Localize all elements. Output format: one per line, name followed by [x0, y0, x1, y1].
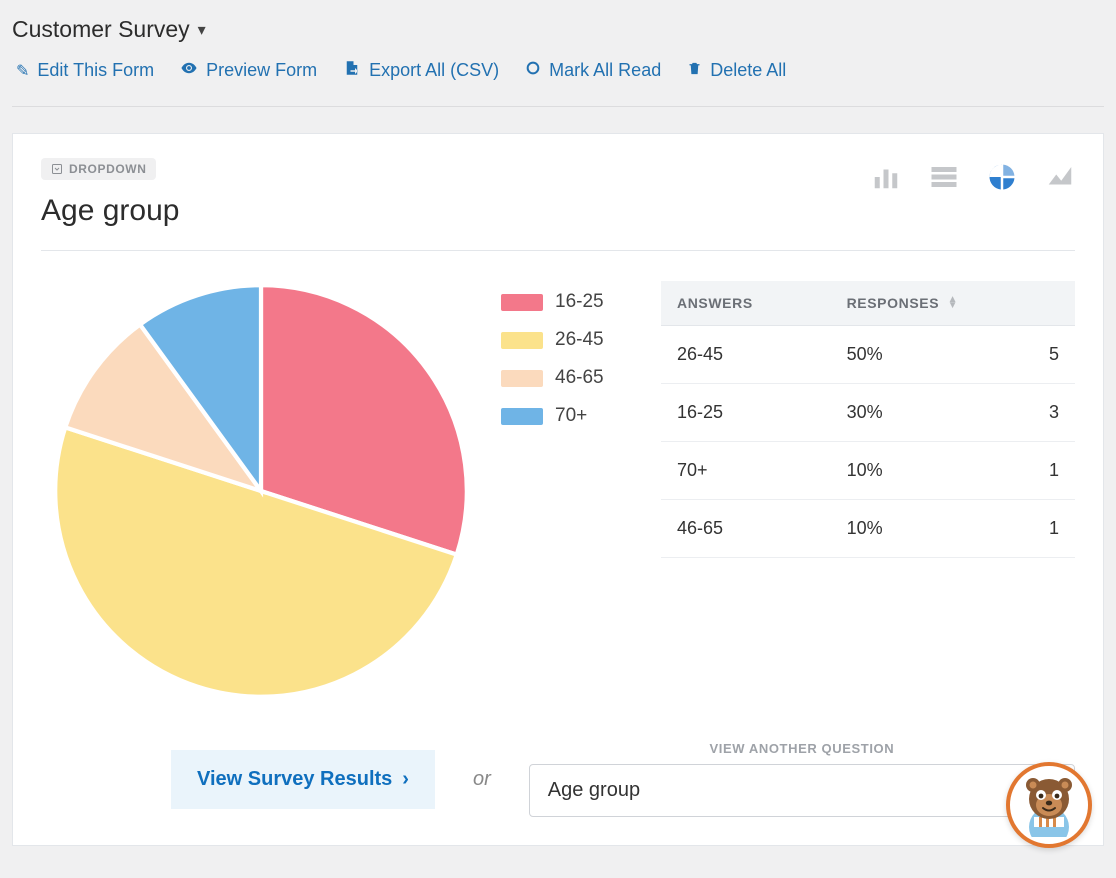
results-table: ANSWERS RESPONSES ▲▼ 26-4550%516-2530%37…: [661, 281, 1075, 558]
chart-type-switcher: [871, 162, 1075, 192]
survey-title: Customer Survey: [12, 16, 190, 43]
legend-label: 16-25: [555, 291, 604, 313]
action-label: Edit This Form: [37, 60, 154, 81]
chevron-down-icon: ▾: [198, 20, 206, 40]
pie-chart-icon[interactable]: [987, 162, 1017, 192]
action-label: Preview Form: [206, 60, 317, 81]
form-actions: ✎ Edit This Form Preview Form Export All…: [12, 59, 1104, 98]
export-csv-link[interactable]: Export All (CSV): [343, 59, 499, 82]
card-divider: [41, 250, 1075, 251]
button-label: View Survey Results: [197, 768, 392, 791]
horizontal-bars-icon[interactable]: [929, 162, 959, 192]
bear-icon: [1017, 773, 1081, 837]
legend-item[interactable]: 46-65: [501, 367, 641, 389]
cell-answer: 16-25: [661, 384, 807, 442]
chart-legend: 16-25 26-45 46-65 70+: [501, 281, 641, 443]
cell-answer: 26-45: [661, 326, 807, 384]
legend-swatch: [501, 370, 543, 387]
legend-swatch: [501, 294, 543, 311]
legend-label: 70+: [555, 405, 587, 427]
delete-all-link[interactable]: Delete All: [687, 60, 786, 81]
view-results-button[interactable]: View Survey Results ›: [171, 750, 435, 809]
mark-read-link[interactable]: Mark All Read: [525, 60, 661, 81]
field-type-tag: DROPDOWN: [41, 158, 156, 180]
select-value: Age group: [548, 779, 640, 802]
cell-count: 3: [1033, 384, 1075, 442]
legend-label: 46-65: [555, 367, 604, 389]
legend-item[interactable]: 70+: [501, 405, 641, 427]
pencil-icon: ✎: [16, 61, 29, 81]
survey-selector[interactable]: Customer Survey ▾: [12, 16, 1104, 43]
action-label: Delete All: [710, 60, 786, 81]
cell-count: 1: [1033, 500, 1075, 558]
table-row[interactable]: 46-6510%1: [661, 500, 1075, 558]
table-row[interactable]: 70+10%1: [661, 442, 1075, 500]
question-title: Age group: [41, 194, 179, 228]
col-responses[interactable]: RESPONSES ▲▼: [807, 281, 1033, 326]
chevron-right-icon: ›: [402, 768, 409, 791]
eye-icon: [180, 59, 198, 82]
header-divider: [12, 106, 1104, 107]
area-chart-icon[interactable]: [1045, 162, 1075, 192]
export-icon: [343, 59, 361, 82]
cell-percent: 50%: [807, 326, 1033, 384]
table-row[interactable]: 26-4550%5: [661, 326, 1075, 384]
circle-icon: [525, 60, 541, 81]
trash-icon: [687, 61, 702, 81]
help-mascot-button[interactable]: [1006, 762, 1092, 848]
legend-label: 26-45: [555, 329, 604, 351]
or-text: or: [473, 768, 491, 791]
cell-count: 5: [1033, 326, 1075, 384]
bar-chart-icon[interactable]: [871, 162, 901, 192]
preview-form-link[interactable]: Preview Form: [180, 59, 317, 82]
cell-answer: 70+: [661, 442, 807, 500]
cell-percent: 10%: [807, 500, 1033, 558]
table-row[interactable]: 16-2530%3: [661, 384, 1075, 442]
action-label: Mark All Read: [549, 60, 661, 81]
tag-label: DROPDOWN: [69, 162, 146, 176]
edit-form-link[interactable]: ✎ Edit This Form: [16, 60, 154, 81]
cell-percent: 30%: [807, 384, 1033, 442]
legend-item[interactable]: 16-25: [501, 291, 641, 313]
col-count: [1033, 281, 1075, 326]
pie-chart: [51, 281, 471, 701]
col-answers[interactable]: ANSWERS: [661, 281, 807, 326]
results-card: DROPDOWN Age group 16-2526-4546-6570+: [12, 133, 1104, 846]
sort-icon: ▲▼: [948, 297, 959, 309]
cell-answer: 46-65: [661, 500, 807, 558]
another-question-label: VIEW ANOTHER QUESTION: [529, 741, 1075, 756]
legend-swatch: [501, 408, 543, 425]
legend-item[interactable]: 26-45: [501, 329, 641, 351]
question-select[interactable]: Age group ▼: [529, 764, 1075, 817]
action-label: Export All (CSV): [369, 60, 499, 81]
legend-swatch: [501, 332, 543, 349]
dropdown-icon: [51, 163, 63, 175]
cell-percent: 10%: [807, 442, 1033, 500]
cell-count: 1: [1033, 442, 1075, 500]
